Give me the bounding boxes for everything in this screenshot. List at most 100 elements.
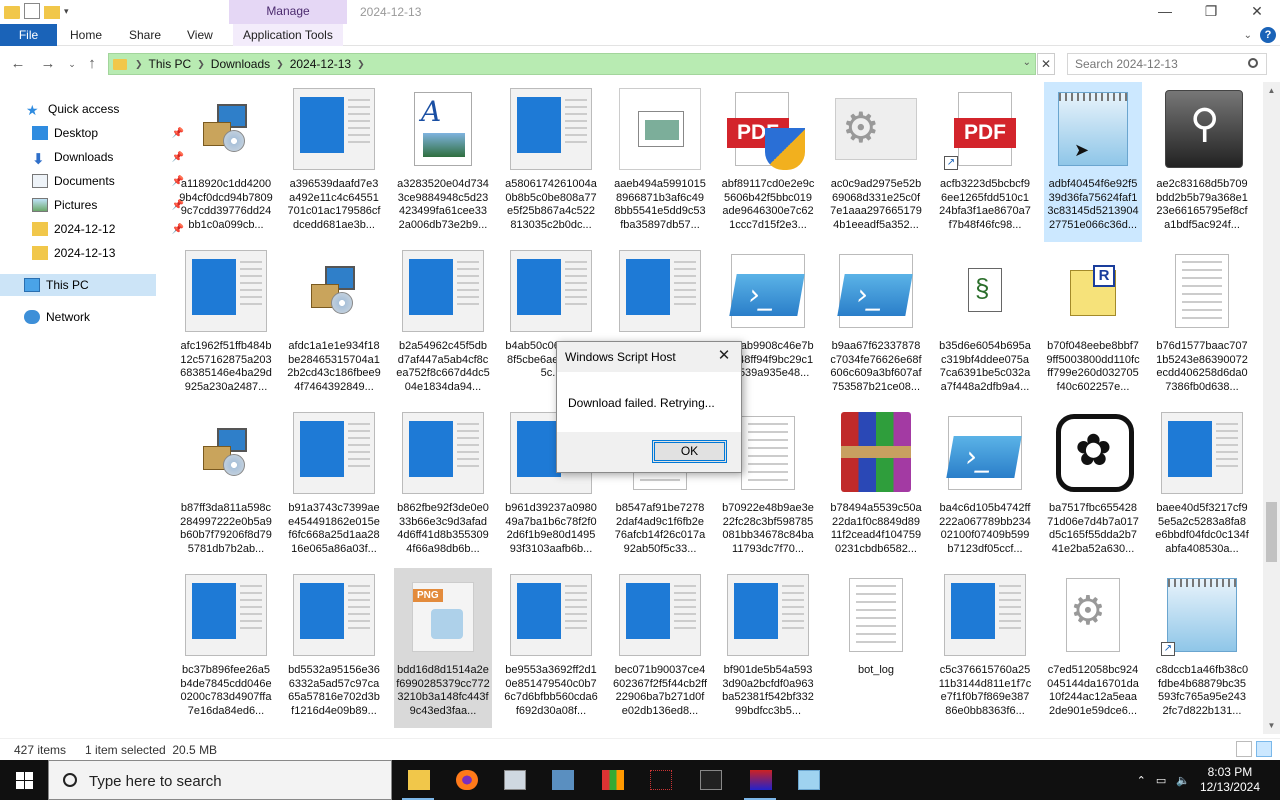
file-item[interactable]: PNG bdd16d8d1514a2ef6990285379cc7723210b3…: [394, 568, 492, 728]
file-item[interactable]: b78494a5539c50a22da1f0c8849d8911f2cead4f…: [827, 406, 925, 566]
qat-dropdown-icon[interactable]: ▾: [64, 6, 69, 17]
tab-home[interactable]: Home: [60, 24, 112, 46]
taskbar-terminal[interactable]: [688, 764, 732, 798]
nav-folder-2024-12-12[interactable]: 2024-12-12 📌: [32, 218, 188, 240]
taskbar-app-8[interactable]: [738, 764, 782, 800]
tab-share[interactable]: Share: [119, 24, 171, 46]
nav-documents[interactable]: Documents 📌: [32, 170, 188, 192]
file-item[interactable]: bf901de5b54a5933d90a2bcfdf0a963ba52381f5…: [719, 568, 817, 728]
file-name: a5806174261004a0b8b5c0be808a77e5f25b867a…: [505, 178, 597, 231]
expand-ribbon-icon[interactable]: ⌄: [1244, 30, 1252, 41]
file-item[interactable]: ➤ adbf40454f6e92f539d36fa75624faf13c83145…: [1044, 82, 1142, 242]
taskbar-app-3[interactable]: [492, 764, 536, 798]
large-icons-view-icon[interactable]: [1256, 741, 1272, 757]
new-folder-icon[interactable]: [44, 5, 60, 19]
close-button[interactable]: ✕: [1234, 0, 1280, 24]
file-item[interactable]: b2a54962c45f5dbd7af447a5ab4cf8cea752f8c6…: [394, 244, 492, 404]
recent-locations-icon[interactable]: ⌄: [62, 54, 82, 74]
file-name: b961d39237a098049a7ba1b6c78f2f02d6f1b9e8…: [505, 502, 597, 555]
taskbar-file-explorer[interactable]: [396, 764, 440, 800]
breadcrumb-this-pc[interactable]: This PC: [149, 57, 192, 71]
nav-network[interactable]: Network: [24, 306, 180, 328]
file-item[interactable]: a5806174261004a0b8b5c0be808a77e5f25b867a…: [502, 82, 600, 242]
nav-quick-access[interactable]: ★ Quick access: [26, 98, 182, 120]
up-arrow-icon[interactable]: ↑: [82, 54, 102, 74]
vertical-scrollbar[interactable]: ▲ ▼: [1263, 82, 1280, 734]
file-item[interactable]: c5c376615760a2511b3144d811e1f7ce7f1f0b7f…: [936, 568, 1034, 728]
taskbar-firefox[interactable]: [444, 764, 488, 798]
help-icon[interactable]: ?: [1260, 27, 1276, 43]
file-item[interactable]: bec071b90037ce4602367f2f5f44cb2ff22906ba…: [611, 568, 709, 728]
file-item[interactable]: ⚙ ac0c9ad2975e52b69068d331e25c0f7e1aaa297…: [827, 82, 925, 242]
nav-label: Network: [46, 310, 91, 324]
clock[interactable]: 8:03 PM 12/13/2024: [1200, 765, 1260, 795]
back-arrow-icon[interactable]: ←: [8, 54, 28, 74]
file-item[interactable]: aaeb494a59910158966871b3af6c498bb5541e5d…: [611, 82, 709, 242]
file-item[interactable]: ⚲ ae2c83168d5b709bdd2b5b79a368e123e661657…: [1153, 82, 1251, 242]
file-item[interactable]: ›_ ba4c6d105b4742ff222a067789bb23402100f0…: [936, 406, 1034, 566]
taskbar-search[interactable]: Type here to search: [48, 760, 392, 800]
breadcrumb-2024-12-13[interactable]: 2024-12-13: [290, 57, 351, 71]
script-icon: §: [944, 250, 1026, 332]
nav-folder-2024-12-13[interactable]: 2024-12-13: [32, 242, 188, 264]
nav-downloads[interactable]: ⬇ Downloads 📌: [32, 146, 188, 168]
dialog-close-icon[interactable]: ✕: [713, 346, 735, 366]
file-item[interactable]: bc37b896fee26a5b4de7845cdd046e0200c783d4…: [177, 568, 275, 728]
address-dropdown-icon[interactable]: ⌄: [1023, 57, 1031, 68]
nav-pictures[interactable]: Pictures 📌: [32, 194, 188, 216]
manage-context-tab[interactable]: Manage: [229, 0, 347, 24]
file-item[interactable]: be9553a3692ff2d10e851479540c0b76c7d6bfbb…: [502, 568, 600, 728]
file-item[interactable]: afc1962f51ffb484b12c57162875a20368385146…: [177, 244, 275, 404]
file-item[interactable]: bot_log: [827, 568, 925, 728]
tab-file[interactable]: File: [0, 24, 57, 46]
file-item[interactable]: b76d1577baac7071b5243e86390072ecdd406258…: [1153, 244, 1251, 404]
address-bar[interactable]: ❯ This PC ❯ Downloads ❯ 2024-12-13 ❯ ⌄: [108, 53, 1036, 75]
document-thumbnail-icon: [510, 574, 592, 656]
file-item[interactable]: PDF abf89117cd0e2e9c5606b42f5bbc019ade964…: [719, 82, 817, 242]
nav-this-pc[interactable]: This PC: [0, 274, 156, 296]
nav-desktop[interactable]: Desktop 📌: [32, 122, 188, 144]
file-item[interactable]: Aa3283520e04d7343ce9884948c5d23423499fa6…: [394, 82, 492, 242]
file-item[interactable]: ✿ ba7517fbc65542871d06e7d4b7a017d5c165f55…: [1044, 406, 1142, 566]
minimize-button[interactable]: —: [1142, 0, 1188, 24]
start-button[interactable]: [0, 760, 48, 800]
clear-address-icon[interactable]: ✕: [1037, 53, 1055, 75]
scrollbar-thumb[interactable]: [1266, 502, 1277, 562]
scroll-down-icon[interactable]: ▼: [1266, 721, 1277, 730]
file-name: ba7517fbc65542871d06e7d4b7a017d5c165f55d…: [1047, 502, 1139, 555]
taskbar-app-5[interactable]: [590, 764, 634, 798]
file-item[interactable]: § b35d6e6054b695ac319bf4ddee075a7ca6391be…: [936, 244, 1034, 404]
file-item[interactable]: ⚙ c7ed512058bc924045144da16701da10f244ac1…: [1044, 568, 1142, 728]
breadcrumb-downloads[interactable]: Downloads: [211, 57, 270, 71]
properties-icon[interactable]: [24, 3, 40, 19]
file-item[interactable]: ›_ b9aa67f62337878c7034fe76626e68f606c609…: [827, 244, 925, 404]
file-item[interactable]: PDF ↗ acfb3223d5bcbcf96ee1265fdd510c124bfa…: [936, 82, 1034, 242]
scroll-up-icon[interactable]: ▲: [1266, 86, 1277, 95]
taskbar-app-6[interactable]: [638, 764, 682, 798]
powershell-icon: ›_: [727, 250, 809, 332]
tab-view[interactable]: View: [177, 24, 223, 46]
taskbar-app-4[interactable]: [540, 764, 584, 798]
ok-button[interactable]: OK: [652, 440, 727, 463]
file-item[interactable]: bd5532a95156e366332a5ad57c97ca65a57816e7…: [285, 568, 383, 728]
restore-button[interactable]: ❐: [1188, 0, 1234, 24]
file-item[interactable]: b862fbe92f3de0e033b66e3c9d3afad4d6ff41d8…: [394, 406, 492, 566]
file-item[interactable]: a118920c1dd42009b4cf0dcd94b78099c7cdd397…: [177, 82, 275, 242]
nav-label: Pictures: [54, 198, 98, 212]
file-item[interactable]: b91a3743c7399aee454491862e015ef6fc668a25…: [285, 406, 383, 566]
file-name: a3283520e04d7343ce9884948c5d23423499fa61…: [397, 178, 489, 231]
file-item[interactable]: a396539daafd7e3a492e11c4c64551701c01ac17…: [285, 82, 383, 242]
forward-arrow-icon[interactable]: →: [38, 54, 58, 74]
file-item[interactable]: Rb70f048eebe8bbf79ff5003800dd110fcff799e…: [1044, 244, 1142, 404]
file-item[interactable]: b87ff3da811a598c284997222e0b5a9b60b7f792…: [177, 406, 275, 566]
taskbar-notepad[interactable]: [786, 764, 830, 798]
tab-application-tools[interactable]: Application Tools: [233, 24, 343, 46]
file-item[interactable]: afdc1a1e1e934f18be28465315704a12b2cd43c1…: [285, 244, 383, 404]
file-item[interactable]: baee40d5f3217cf95e5a2c5283a8fa8e6bbdf04f…: [1153, 406, 1251, 566]
search-input[interactable]: Search 2024-12-13: [1067, 53, 1267, 75]
network-status-icon[interactable]: ▭: [1156, 774, 1166, 787]
volume-icon[interactable]: 🔈: [1176, 774, 1190, 787]
chevron-up-icon[interactable]: ⌃: [1137, 774, 1146, 787]
details-view-icon[interactable]: [1236, 741, 1252, 757]
file-item[interactable]: ↗ c8dccb1a46fb38c0fdbe4b68879bc35593fc765…: [1153, 568, 1251, 728]
